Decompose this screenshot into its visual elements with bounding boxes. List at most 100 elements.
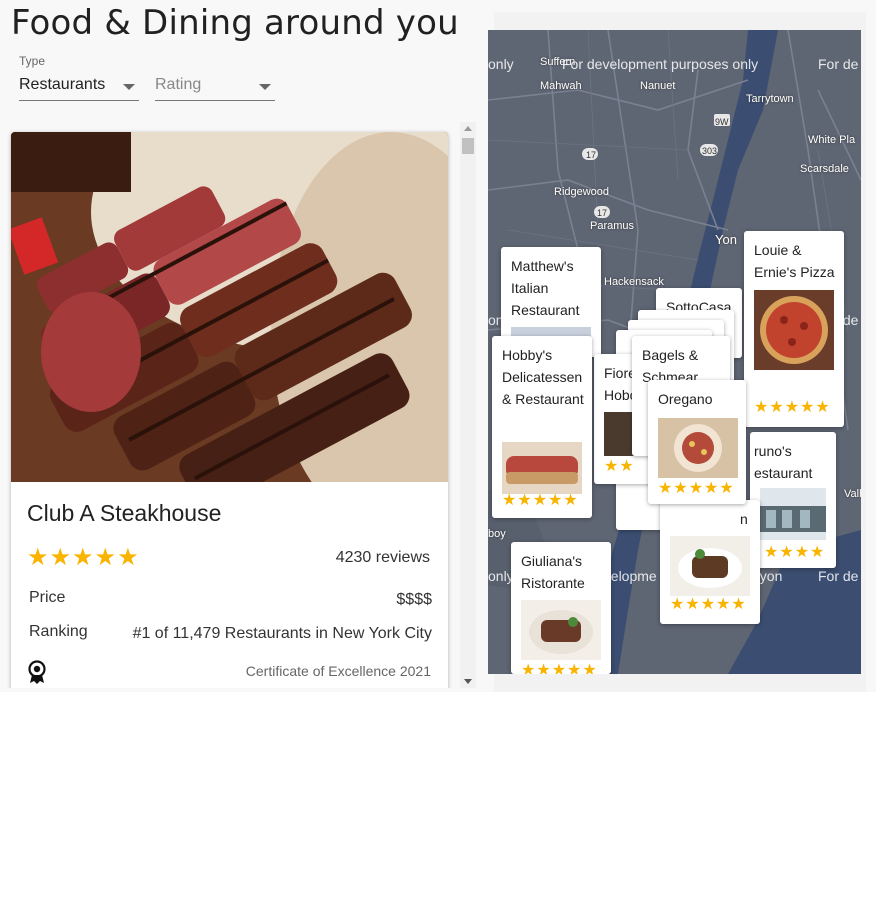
- places-list[interactable]: Club A Steakhouse ★★★★★ 4230 reviews Pri…: [0, 122, 478, 688]
- chevron-down-icon: [123, 84, 135, 90]
- star-icon: ★: [27, 544, 49, 571]
- marker-name: runo's estaurant: [754, 443, 813, 481]
- award-text: Certificate of Excellence 2021: [245, 663, 431, 679]
- map-watermark-partial: For de: [818, 568, 859, 584]
- star-icon: ★: [815, 399, 830, 416]
- star-icon: ★: [794, 544, 810, 561]
- star-icon: ★: [521, 662, 536, 675]
- award-icon: [28, 660, 46, 684]
- map-marker-oregano[interactable]: Oregano ★★★★★: [648, 380, 746, 504]
- star-icon: ★: [670, 596, 685, 613]
- marker-name: Oregano: [658, 391, 713, 407]
- star-icon: ★: [548, 492, 563, 509]
- page-title: Food & Dining around you: [11, 3, 459, 43]
- marker-photo: [760, 488, 826, 540]
- marker-photo: [658, 418, 738, 478]
- star-icon: ★: [72, 544, 94, 571]
- rating-stars: ★★★★★: [27, 546, 140, 570]
- star-icon: ★: [700, 596, 716, 613]
- map-watermark: For development purposes only: [562, 56, 759, 72]
- road-shield-17: 17: [586, 150, 597, 160]
- price-value: $$$$: [396, 591, 432, 608]
- star-icon: ★: [688, 480, 704, 497]
- map-label-mahwah: Mahwah: [540, 80, 582, 92]
- star-icon: ★: [716, 596, 731, 613]
- map-watermark-partial: only: [488, 56, 514, 72]
- map-label-scarsdale: Scarsdale: [800, 163, 849, 175]
- star-icon: ★: [784, 399, 800, 416]
- map-marker-n[interactable]: n ★★★★★: [660, 500, 760, 624]
- place-name: Club A Steakhouse: [27, 500, 222, 526]
- marker-name: n: [740, 511, 748, 527]
- star-icon: ★: [563, 492, 578, 509]
- star-icon: ★: [719, 480, 734, 497]
- map-label-white-plains: White Pla: [808, 134, 856, 146]
- scroll-up-icon[interactable]: [464, 126, 472, 131]
- star-icon: ★: [604, 458, 619, 475]
- map-label-valhalla: Valh: [844, 488, 861, 500]
- star-icon: ★: [551, 662, 567, 675]
- marker-name: Matthew's Italian Restaurant: [511, 258, 580, 318]
- star-icon: ★: [764, 544, 779, 561]
- ranking-label: Ranking: [29, 623, 88, 640]
- star-icon: ★: [582, 662, 597, 675]
- rating-select[interactable]: Rating: [155, 74, 275, 101]
- road-shield-303: 303: [702, 146, 718, 156]
- marker-rating: ★★★★★: [658, 480, 735, 498]
- star-icon: ★: [502, 492, 517, 509]
- map-label-ridgewood: Ridgewood: [554, 186, 610, 198]
- map[interactable]: Suffern Mahwah Nanuet Tarrytown White Pl…: [488, 30, 861, 674]
- marker-rating: ★★: [604, 458, 635, 476]
- scroll-down-icon[interactable]: [464, 679, 472, 684]
- map-marker-louie-ernies[interactable]: Louie & Ernie's Pizza ★★★★★: [744, 231, 844, 427]
- map-marker-brunos[interactable]: runo's estaurant ★★★★: [750, 432, 836, 568]
- scroll-thumb[interactable]: [462, 138, 474, 154]
- map-label-nanuet: Nanuet: [640, 80, 676, 92]
- marker-photo: [754, 290, 834, 370]
- star-icon: ★: [117, 544, 139, 571]
- marker-rating: ★★★★★: [521, 662, 598, 675]
- star-icon: ★: [673, 480, 688, 497]
- star-icon: ★: [754, 399, 769, 416]
- marker-rating: ★★★★★: [754, 399, 831, 417]
- marker-name: Louie & Ernie's Pizza: [754, 242, 835, 280]
- star-icon: ★: [49, 544, 72, 571]
- marker-name: Giuliana's Ristorante: [521, 553, 585, 591]
- road-shield-9w: 9W: [715, 117, 729, 127]
- star-icon: ★: [769, 399, 784, 416]
- road-shield-17b: 17: [597, 208, 608, 218]
- marker-photo: [521, 600, 601, 660]
- place-photo: [11, 132, 448, 482]
- map-watermark-partial: only: [488, 568, 514, 584]
- review-count: 4230 reviews: [335, 549, 430, 566]
- type-value: Restaurants: [19, 76, 106, 93]
- star-icon: ★: [779, 544, 794, 561]
- map-marker-hobbys[interactable]: Hobby's Delicatessen & Restaurant ★★★★★: [492, 336, 592, 518]
- star-icon: ★: [517, 492, 532, 509]
- star-icon: ★: [658, 480, 673, 497]
- star-icon: ★: [731, 596, 746, 613]
- place-card[interactable]: Club A Steakhouse ★★★★★ 4230 reviews Pri…: [11, 132, 448, 688]
- star-icon: ★: [94, 544, 117, 571]
- marker-name: Hobby's Delicatessen & Restaurant: [502, 347, 584, 407]
- type-select[interactable]: Restaurants: [19, 74, 139, 101]
- map-watermark-partial: For de: [818, 56, 859, 72]
- map-label-tarrytown: Tarrytown: [746, 93, 794, 105]
- star-icon: ★: [704, 480, 719, 497]
- star-icon: ★: [810, 544, 825, 561]
- list-scrollbar[interactable]: [460, 122, 476, 688]
- marker-rating: ★★★★: [764, 544, 825, 562]
- rating-placeholder: Rating: [155, 76, 202, 93]
- marker-rating: ★★★★★: [670, 596, 747, 614]
- marker-photo: [670, 536, 750, 596]
- map-label-paramus: Paramus: [590, 220, 635, 232]
- marker-photo: [502, 442, 582, 494]
- star-icon: ★: [619, 458, 634, 475]
- map-marker-giulianas[interactable]: Giuliana's Ristorante ★★★★★: [511, 542, 611, 674]
- map-label-boy: boy: [488, 528, 506, 540]
- star-icon: ★: [800, 399, 815, 416]
- star-icon: ★: [532, 492, 548, 509]
- ranking-value: #1 of 11,479 Restaurants in New York Cit…: [132, 625, 432, 642]
- star-icon: ★: [685, 596, 700, 613]
- map-label-hackensack: Hackensack: [604, 276, 664, 288]
